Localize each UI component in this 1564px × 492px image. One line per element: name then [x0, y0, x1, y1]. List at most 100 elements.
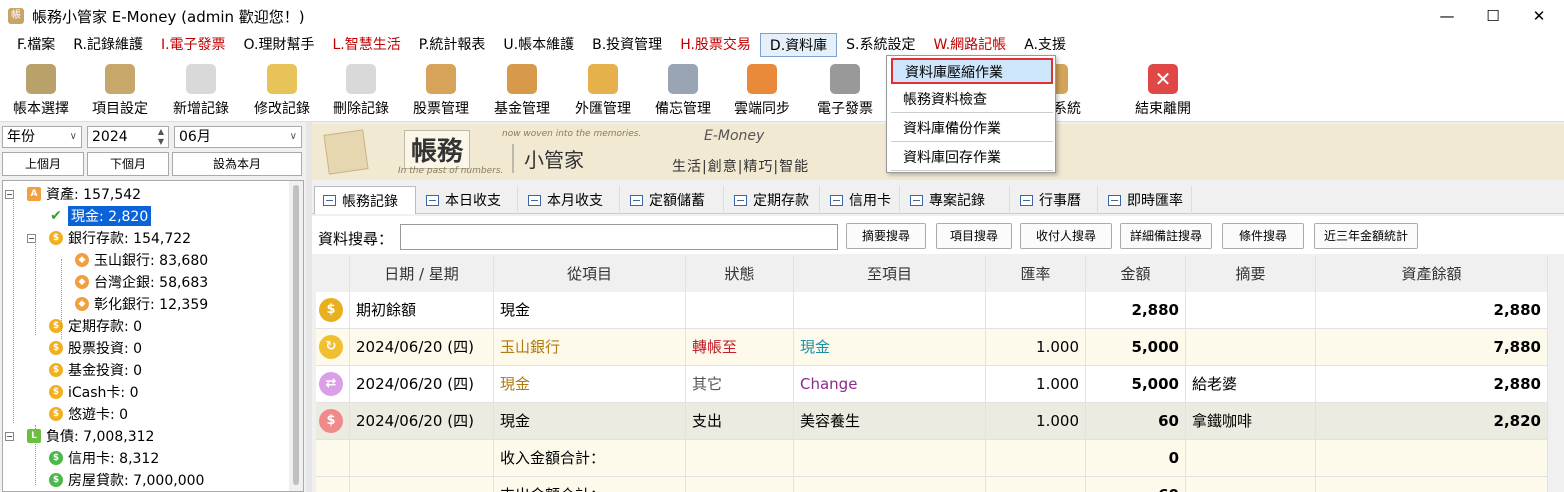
toolbar-button-9[interactable]: 雲端同步	[724, 62, 800, 120]
search-button-2[interactable]: 收付人搜尋	[1020, 223, 1112, 249]
table-row[interactable]: 支出金額合計： 60	[316, 477, 1548, 492]
tree-scrollbar[interactable]	[289, 181, 303, 491]
close-button[interactable]: ✕	[1516, 0, 1562, 32]
tree-node[interactable]: $ 悠遊卡: 0	[49, 403, 128, 425]
column-header[interactable]: 狀態	[686, 256, 794, 292]
cell-to	[794, 292, 986, 328]
tree-node-label: 玉山銀行: 83,680	[94, 253, 209, 269]
maximize-button[interactable]: ☐	[1470, 0, 1516, 32]
row-icon-cell: $	[316, 292, 350, 328]
tree-node[interactable]: $ 銀行存款: 154,722	[49, 227, 191, 249]
tab-3[interactable]: 定額儲蓄	[622, 186, 724, 214]
tree-node[interactable]: $ 定期存款: 0	[49, 315, 142, 337]
column-header[interactable]: 匯率	[986, 256, 1086, 292]
tree-expander[interactable]: −	[5, 432, 14, 441]
scroll-thumb[interactable]	[293, 185, 299, 485]
column-header[interactable]: 日期 / 星期	[350, 256, 494, 292]
menu-item-12[interactable]: A.支援	[1015, 33, 1075, 57]
toolbar-button-6[interactable]: 基金管理	[484, 62, 560, 120]
menu-item-4[interactable]: L.智慧生活	[323, 33, 409, 57]
tree-node[interactable]: ✔ 現金: 2,820	[49, 205, 152, 227]
table-row[interactable]: $2024/06/20 (四) 現金 支出 美容養生 1.000 60 拿鐵咖啡 2,820	[316, 403, 1548, 440]
tree-node[interactable]: $ iCash卡: 0	[49, 381, 139, 403]
period-type-select[interactable]: 年份 ∨	[2, 126, 82, 148]
coin-icon: $	[49, 451, 63, 465]
table-row[interactable]: $ 期初餘額 現金 2,880 2,880	[316, 292, 1548, 329]
next-month-button[interactable]: 下個月	[87, 152, 169, 176]
spinner-arrows-icon[interactable]: ▲ ▼	[158, 127, 164, 147]
toolbar-button-0[interactable]: 帳本選擇	[3, 62, 79, 120]
prev-month-button[interactable]: 上個月	[2, 152, 84, 176]
cell-memo: 給老婆	[1186, 366, 1316, 402]
set-current-month-button[interactable]: 設為本月	[172, 152, 302, 176]
tab-7[interactable]: 行事曆	[1012, 186, 1098, 214]
tab-4[interactable]: 定期存款	[726, 186, 820, 214]
tab-6[interactable]: 專案記錄	[902, 186, 1010, 214]
dropdown-item-1[interactable]: 帳務資料檢查	[891, 87, 1053, 113]
tree-node[interactable]: $ 房屋貸款: 7,000,000	[49, 469, 204, 491]
menu-item-10[interactable]: S.系統設定	[837, 33, 924, 57]
column-header[interactable]: 金額	[1086, 256, 1186, 292]
tab-8[interactable]: 即時匯率	[1100, 186, 1192, 214]
menu-item-6[interactable]: U.帳本維護	[494, 33, 583, 57]
column-header[interactable]	[316, 256, 350, 292]
menu-item-5[interactable]: P.統計報表	[410, 33, 495, 57]
tab-0[interactable]: 帳務記錄	[314, 186, 416, 214]
toolbar-button-12[interactable]: ✕ 結束離開	[1125, 62, 1201, 120]
tree-node[interactable]: ◆ 彰化銀行: 12,359	[75, 293, 208, 315]
table-row[interactable]: ⇄ 2024/06/20 (四) 現金 其它 Change 1.000 5,000 給老婆 2,…	[316, 366, 1548, 403]
toolbar-button-4[interactable]: 刪除記錄	[323, 62, 399, 120]
month-select[interactable]: 06月 ∨	[174, 126, 302, 148]
column-header[interactable]: 資產餘額	[1316, 256, 1548, 292]
tree-node[interactable]: $ 股票投資: 0	[49, 337, 142, 359]
toolbar-button-10[interactable]: 電子發票	[807, 62, 883, 120]
tree-node[interactable]: ◆ 台灣企銀: 58,683	[75, 271, 208, 293]
column-header[interactable]: 從項目	[494, 256, 686, 292]
tree-node[interactable]: $ 信用卡: 8,312	[49, 447, 159, 469]
menu-item-0[interactable]: F.檔案	[8, 33, 64, 57]
search-button-3[interactable]: 詳細備註搜尋	[1120, 223, 1212, 249]
menu-item-9[interactable]: D.資料庫	[759, 33, 838, 57]
toolbar-button-2[interactable]: 新增記錄	[163, 62, 239, 120]
search-input[interactable]	[400, 224, 838, 250]
tree-node[interactable]: L 負債: 7,008,312	[27, 425, 154, 447]
search-button-1[interactable]: 項目搜尋	[936, 223, 1012, 249]
menu-item-7[interactable]: B.投資管理	[583, 33, 671, 57]
toolbar: 帳本選擇 項目設定 新增記錄 修改記錄 刪除記錄 股票管理 基金管理 外匯管理 備忘管理 雲端同步…	[0, 58, 1564, 122]
tab-1[interactable]: 本日收支	[418, 186, 518, 214]
table-row[interactable]: ↻ 2024/06/20 (四) 玉山銀行 轉帳至 現金 1.000 5,000 7,880	[316, 329, 1548, 366]
search-button-0[interactable]: 摘要搜尋	[846, 223, 926, 249]
tree-line	[13, 193, 14, 423]
tree-line	[61, 259, 62, 339]
search-button-5[interactable]: 近三年金額統計	[1314, 223, 1418, 249]
tree-node[interactable]: $ 基金投資: 0	[49, 359, 142, 381]
tree-node[interactable]: ◆ 玉山銀行: 83,680	[75, 249, 208, 271]
toolbar-button-5[interactable]: 股票管理	[403, 62, 479, 120]
dropdown-item-3[interactable]: 資料庫回存作業	[891, 145, 1053, 171]
table-row[interactable]: 收入金額合計： 0	[316, 440, 1548, 477]
menu-item-1[interactable]: R.記錄維護	[64, 33, 152, 57]
menu-item-2[interactable]: I.電子發票	[152, 33, 235, 57]
coin-icon: ◆	[75, 275, 89, 289]
column-header[interactable]: 至項目	[794, 256, 986, 292]
tab-5[interactable]: 信用卡	[822, 186, 900, 214]
search-button-4[interactable]: 條件搜尋	[1222, 223, 1304, 249]
toolbar-button-1[interactable]: 項目設定	[82, 62, 158, 120]
toolbar-button-8[interactable]: 備忘管理	[645, 62, 721, 120]
tab-2[interactable]: 本月收支	[520, 186, 620, 214]
menu-item-8[interactable]: H.股票交易	[671, 33, 760, 57]
year-stepper[interactable]: 2024 ▲ ▼	[87, 126, 169, 148]
tree-node[interactable]: A 資產: 157,542	[27, 183, 141, 205]
records-grid[interactable]: 日期 / 星期 從項目 狀態 至項目 匯率 金額 摘要 資產餘額 $ 期初餘額 現金 2,880 2,8…	[316, 256, 1548, 492]
menu-item-11[interactable]: W.網路記帳	[925, 33, 1016, 57]
toolbar-button-3[interactable]: 修改記錄	[244, 62, 320, 120]
menu-item-3[interactable]: O.理財幫手	[235, 33, 324, 57]
dropdown-item-2[interactable]: 資料庫備份作業	[891, 116, 1053, 142]
account-tree[interactable]: − A 資產: 157,542 ✔ 現金: 2,820− $ 銀行存款: 154,722 ◆ 玉…	[2, 180, 304, 492]
toolbar-button-7[interactable]: 外匯管理	[565, 62, 641, 120]
grid-scrollbar[interactable]	[1548, 256, 1564, 492]
dropdown-item-0[interactable]: 資料庫壓縮作業	[891, 58, 1053, 84]
minimize-button[interactable]: —	[1424, 0, 1470, 32]
column-header[interactable]: 摘要	[1186, 256, 1316, 292]
tree-node-label: iCash卡: 0	[68, 385, 139, 401]
